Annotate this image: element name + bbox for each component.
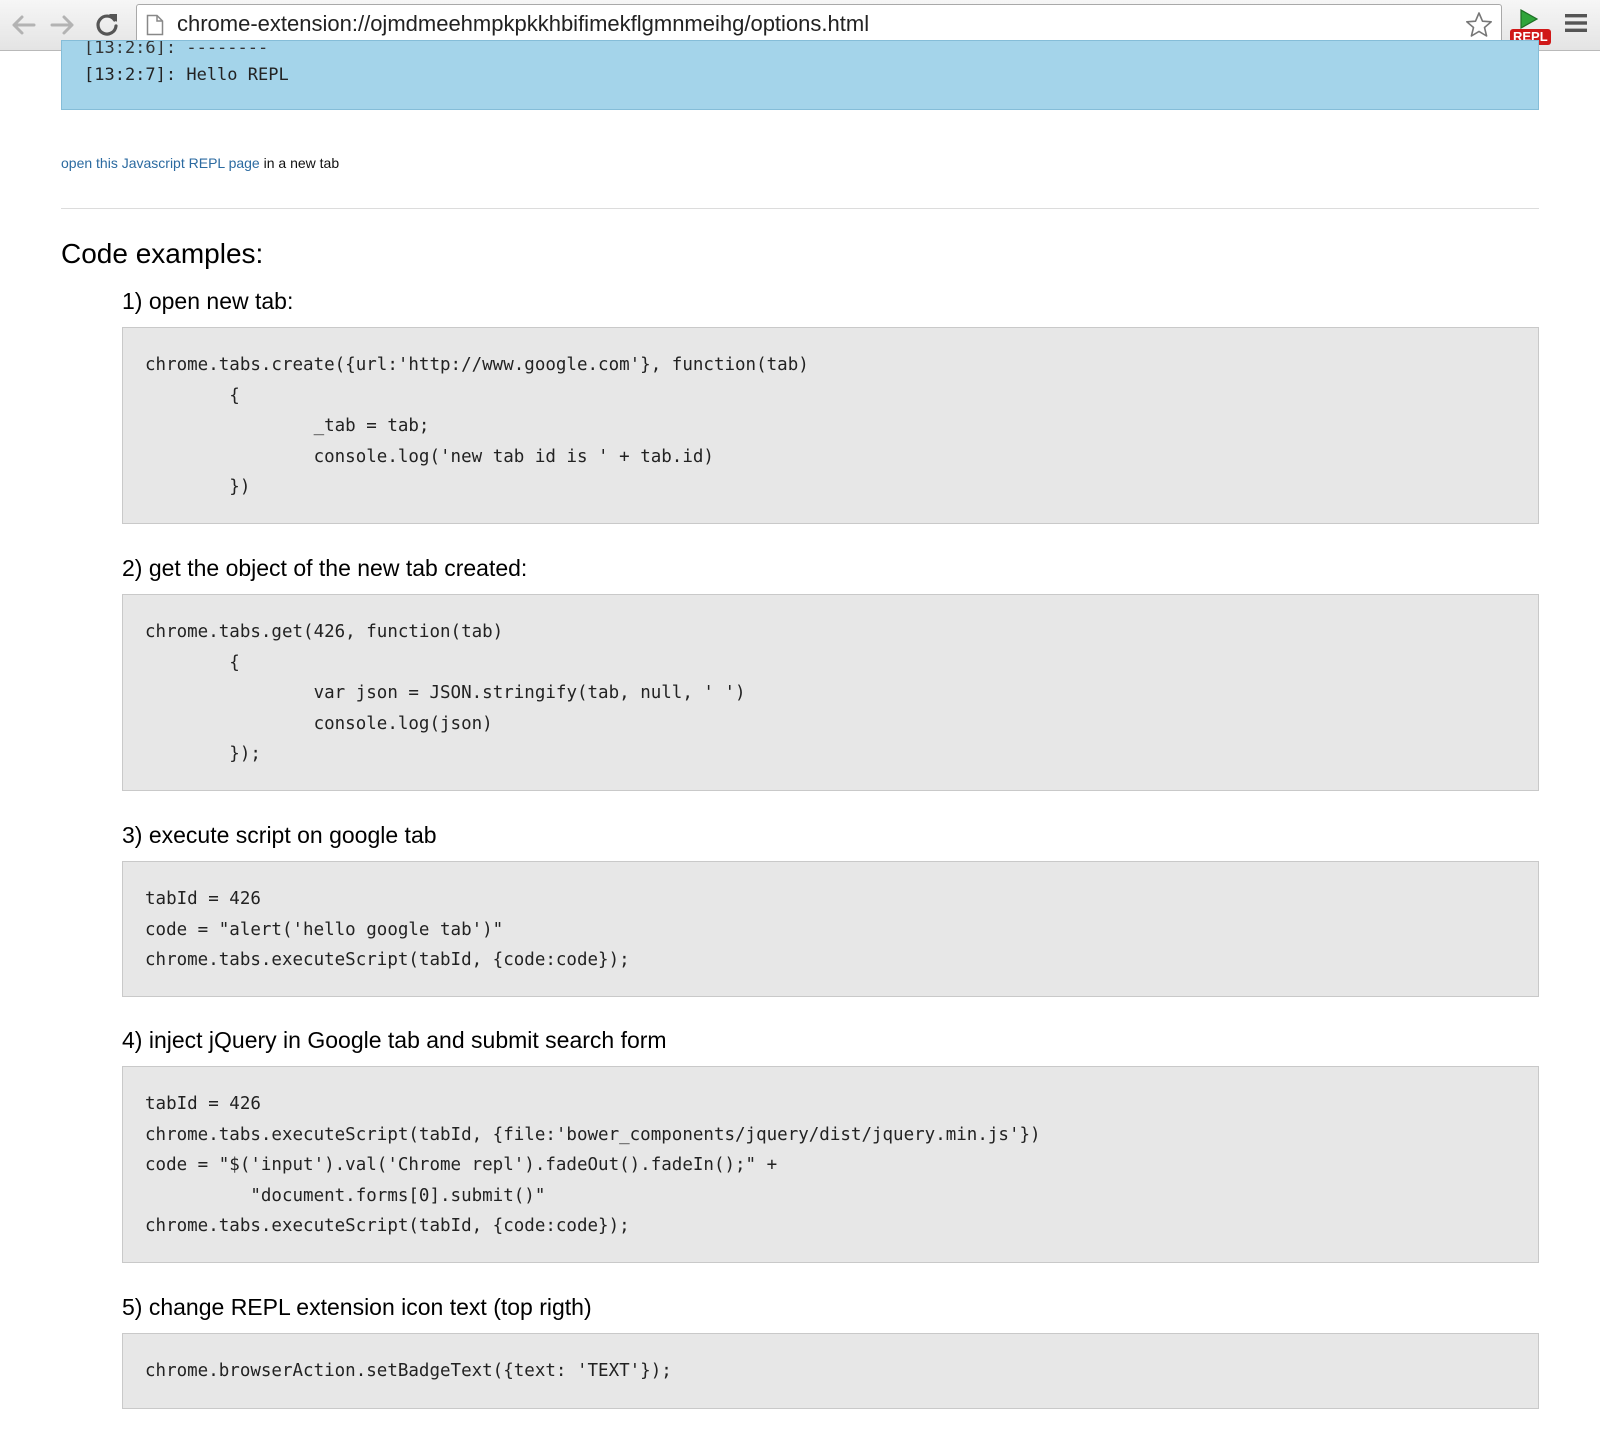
address-bar[interactable]: chrome-extension://ojmdmeehmpkpkkhbifime… xyxy=(136,4,1502,44)
open-link-suffix: in a new tab xyxy=(259,155,340,171)
console-output: [13:2:6]: -------- [13:2:7]: Hello REPL xyxy=(61,40,1539,110)
code-block: chrome.tabs.get(426, function(tab) { var… xyxy=(122,594,1539,791)
divider xyxy=(61,208,1539,209)
open-repl-page-link[interactable]: open this Javascript REPL page xyxy=(61,155,260,171)
code-text: chrome.tabs.create({url:'http://www.goog… xyxy=(145,355,809,497)
code-text: chrome.tabs.get(426, function(tab) { var… xyxy=(145,622,746,764)
example-title: 1) open new tab: xyxy=(122,288,294,314)
forward-arrow-icon xyxy=(50,15,74,35)
code-block: tabId = 426 chrome.tabs.executeScript(ta… xyxy=(122,1066,1539,1263)
example-title: 3) execute script on google tab xyxy=(122,822,437,848)
open-in-new-tab-row: open this Javascript REPL page in a new … xyxy=(61,155,339,171)
menu-icon[interactable] xyxy=(1563,11,1589,35)
bookmark-star-icon[interactable] xyxy=(1465,11,1493,39)
example-title: 4) inject jQuery in Google tab and submi… xyxy=(122,1027,667,1053)
play-icon xyxy=(1520,8,1539,30)
reload-icon xyxy=(96,14,118,36)
page-icon xyxy=(146,14,164,36)
back-arrow-icon xyxy=(12,15,36,35)
code-text: tabId = 426 chrome.tabs.executeScript(ta… xyxy=(145,1094,1041,1236)
forward-button[interactable] xyxy=(46,8,80,42)
reload-button[interactable] xyxy=(90,8,124,42)
code-text: chrome.browserAction.setBadgeText({text:… xyxy=(145,1361,672,1381)
code-block: chrome.browserAction.setBadgeText({text:… xyxy=(122,1333,1539,1409)
code-block: tabId = 426 code = "alert('hello google … xyxy=(122,861,1539,997)
code-block: chrome.tabs.create({url:'http://www.goog… xyxy=(122,327,1539,524)
console-partial-line: [13:2:6]: -------- xyxy=(84,41,269,55)
url-text: chrome-extension://ojmdmeehmpkpkkhbifime… xyxy=(177,11,870,36)
example-title: 5) change REPL extension icon text (top … xyxy=(122,1294,592,1320)
code-examples-heading: Code examples: xyxy=(61,238,264,269)
code-text: tabId = 426 code = "alert('hello google … xyxy=(145,889,630,970)
back-button[interactable] xyxy=(6,8,40,42)
example-title: 2) get the object of the new tab created… xyxy=(122,555,528,581)
console-line: [13:2:7]: Hello REPL xyxy=(84,65,289,85)
